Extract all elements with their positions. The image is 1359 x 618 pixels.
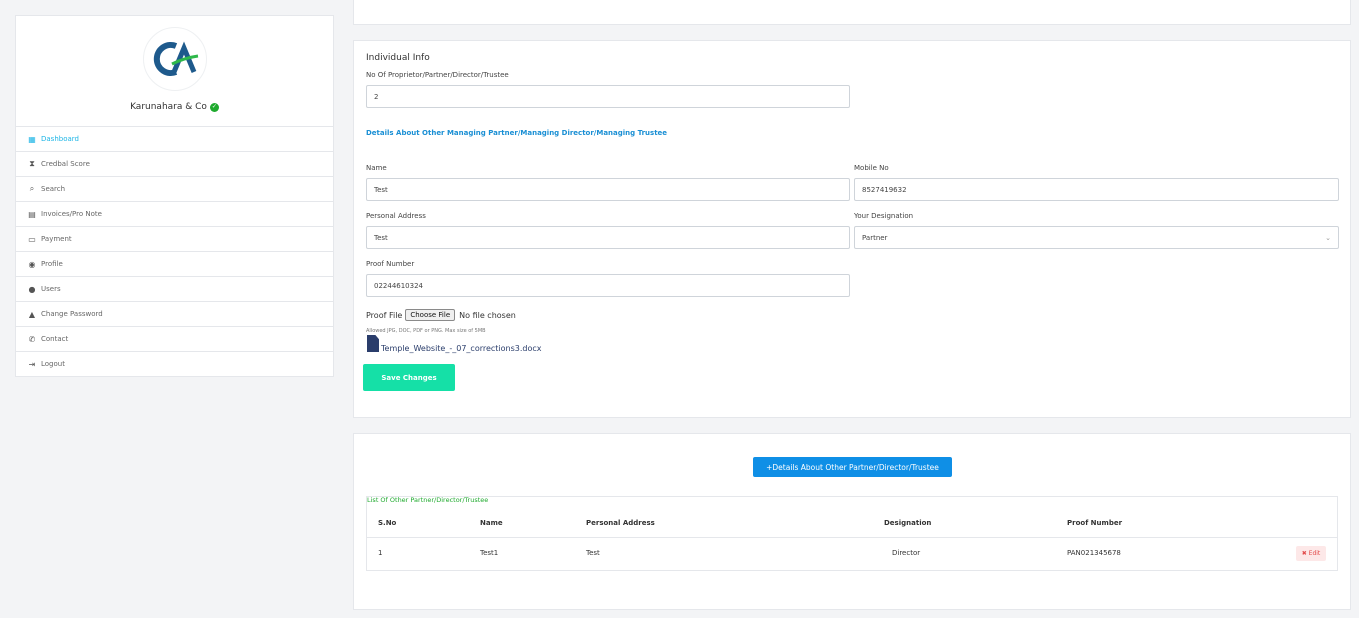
header-sno: S.No [378,519,397,527]
sidebar-item-contact[interactable]: ✆ Contact [16,327,333,352]
sidebar-item-payment[interactable]: ▭ Payment [16,227,333,252]
sidebar-item-label: Users [41,285,61,293]
row-name: Test1 [480,549,499,557]
partner-table: S.No Name Personal Address Designation P… [366,496,1338,571]
sidebar-item-logout[interactable]: ⇥ Logout [16,352,333,377]
sidebar-item-label: Logout [41,360,65,368]
user-gear-icon: ◉ [28,259,36,269]
designation-value: Partner [862,233,888,242]
sidebar-item-label: Search [41,185,66,193]
sidebar-item-label: Contact [41,335,69,343]
header-proof: Proof Number [1067,519,1123,527]
firm-name-row: Karunahara & Co ✓ [16,102,333,112]
edit-button[interactable]: ✖ Edit [1296,546,1326,561]
address-label: Personal Address [366,212,426,220]
partner-list-card: +Details About Other Partner/Director/Tr… [353,433,1351,610]
sidebar-item-label: Credbal Score [41,160,90,168]
sidebar-item-label: Invoices/Pro Note [41,210,102,218]
sidebar-item-users[interactable]: ● Users [16,277,333,302]
choose-file-button[interactable]: Choose File [405,309,456,321]
partner-count-input[interactable]: 2 [366,85,850,108]
chevron-down-icon: ⌄ [1325,234,1331,242]
proof-number-input[interactable]: 02244610324 [366,274,850,297]
sidebar-item-change-password[interactable]: ▲ Change Password [16,302,333,327]
sidebar-item-profile[interactable]: ◉ Profile [16,252,333,277]
sidebar-item-label: Dashboard [41,135,79,143]
sidebar-item-credbal-score[interactable]: ⧗ Credbal Score [16,152,333,177]
name-input[interactable]: Test [366,178,850,201]
docx-file-icon [367,335,379,352]
ca-logo-icon [153,41,199,76]
file-status: No file chosen [459,310,516,320]
designation-label: Your Designation [854,212,914,220]
phone-icon: ✆ [28,334,36,344]
proof-file-label: Proof File [366,310,403,320]
mobile-input[interactable]: 8527419632 [854,178,1339,201]
section-title: Individual Info [366,53,430,63]
sidebar-item-label: Payment [41,235,72,243]
sidebar-item-dashboard[interactable]: ▦ Dashboard [16,127,333,152]
designation-select[interactable]: Partner ⌄ [854,226,1339,249]
partner-list-heading: List Of Other Partner/Director/Trustee [367,496,489,504]
lock-icon: ▲ [28,309,36,319]
hourglass-icon: ⧗ [29,159,35,168]
uploaded-file-link[interactable]: Temple_Website_-_07_corrections3.docx [381,344,542,353]
dashboard-icon: ▦ [28,134,36,144]
mobile-label: Mobile No [854,164,889,172]
logout-icon: ⇥ [28,359,36,369]
user-icon: ● [28,284,36,294]
search-icon: ⌕ [29,184,35,193]
firm-name: Karunahara & Co [130,102,207,112]
header-designation: Designation [884,519,932,527]
firm-logo [143,27,207,91]
file-hint: Allowed JPG, DOC, PDF or PNG. Max size o… [366,328,486,334]
row-sno: 1 [378,549,383,557]
sidebar-nav: ▦ Dashboard ⧗ Credbal Score ⌕ Search ▤ Invoices… [16,127,333,377]
sidebar-item-search[interactable]: ⌕ Search [16,177,333,202]
row-address: Test [586,549,600,557]
document-icon: ▤ [28,209,36,219]
sidebar-item-invoices-pro-note[interactable]: ▤ Invoices/Pro Note [16,202,333,227]
sidebar-item-label: Profile [41,260,63,268]
profile-header: Karunahara & Co ✓ [16,16,333,127]
sidebar-item-label: Change Password [41,310,103,318]
proof-file-row: Proof File Choose File No file chosen [366,309,516,321]
row-designation: Director [892,549,921,557]
add-partner-button[interactable]: +Details About Other Partner/Director/Tr… [753,457,952,477]
row-proof: PAN021345678 [1067,549,1121,557]
managing-details-heading: Details About Other Managing Partner/Man… [366,129,668,137]
verified-check-icon: ✓ [209,102,219,112]
header-name: Name [480,519,503,527]
address-input[interactable]: Test [366,226,850,249]
count-label: No Of Proprietor/Partner/Director/Truste… [366,71,509,79]
name-label: Name [366,164,387,172]
top-card [353,0,1351,25]
row-divider [367,537,1337,538]
sidebar: Karunahara & Co ✓ ▦ Dashboard ⧗ Credbal Sco… [15,15,334,377]
save-changes-button[interactable]: Save Changes [363,364,455,391]
header-address: Personal Address [586,519,655,527]
proof-label: Proof Number [366,260,415,268]
individual-info-card: Individual Info No Of Proprietor/Partner… [353,40,1351,418]
credit-card-icon: ▭ [28,234,36,244]
